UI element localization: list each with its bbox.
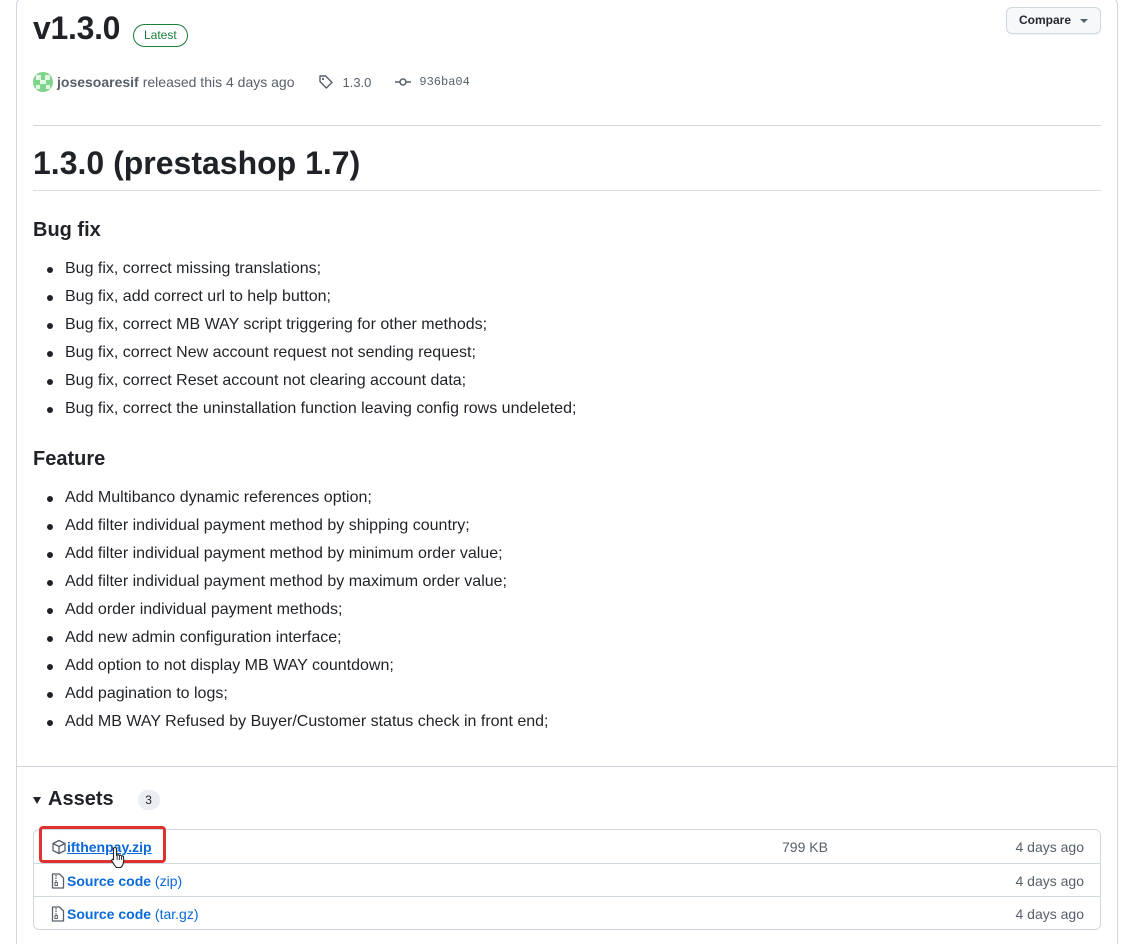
commit-link[interactable]: 936ba04: [419, 75, 469, 89]
asset-link-source-tar-gz[interactable]: Source code (tar.gz): [67, 906, 199, 922]
author-link[interactable]: josesoaresif: [57, 74, 139, 90]
asset-row: ifthenpay.zip 799 KB 4 days ago: [34, 830, 1100, 863]
release-notes-heading: 1.3.0 (prestashop 1.7): [33, 145, 361, 181]
asset-date: 4 days ago: [1015, 906, 1085, 922]
list-item: Bug fix, correct Reset account not clear…: [33, 367, 576, 395]
assets-list: ifthenpay.zip 799 KB 4 days ago Source c…: [33, 829, 1101, 930]
feature-list: Add Multibanco dynamic references option…: [33, 484, 548, 736]
list-item: Add new admin configuration interface;: [33, 624, 548, 652]
asset-suffix: (zip): [154, 873, 183, 889]
caret-down-icon: [1080, 19, 1088, 23]
compare-button[interactable]: Compare: [1006, 7, 1101, 34]
file-zip-icon: [51, 873, 65, 889]
avatar[interactable]: [33, 72, 53, 92]
list-item: Bug fix, correct missing translations;: [33, 255, 576, 283]
asset-date: 4 days ago: [1015, 873, 1085, 889]
tag-link[interactable]: 1.3.0: [342, 75, 371, 90]
git-commit-icon: [395, 74, 412, 90]
list-item: Bug fix, add correct url to help button;: [33, 283, 576, 311]
asset-name: Source code: [67, 873, 152, 889]
assets-count-badge: 3: [137, 789, 160, 810]
asset-date: 4 days ago: [1015, 839, 1085, 855]
release-card: [16, 0, 1118, 944]
list-item: Add pagination to logs;: [33, 680, 548, 708]
bug-fix-heading: Bug fix: [33, 219, 101, 241]
assets-title: Assets: [48, 788, 114, 810]
heading-divider: [33, 190, 1101, 191]
list-item: Bug fix, correct MB WAY script triggerin…: [33, 311, 576, 339]
asset-suffix: (tar.gz): [154, 906, 199, 922]
asset-row: Source code (zip) 4 days ago: [34, 863, 1100, 896]
list-item: Add filter individual payment method by …: [33, 540, 548, 568]
tag-icon: [318, 74, 334, 90]
file-zip-icon: [51, 906, 65, 922]
triangle-down-icon: [33, 797, 41, 804]
bug-fix-list: Bug fix, correct missing translations; B…: [33, 255, 576, 423]
latest-badge: Latest: [133, 24, 188, 47]
list-item: Bug fix, correct the uninstallation func…: [33, 395, 576, 423]
asset-size: 799 KB: [782, 839, 828, 855]
list-item: Add option to not display MB WAY countdo…: [33, 652, 548, 680]
release-meta: josesoaresif released this 4 days ago 1.…: [33, 72, 470, 92]
asset-link-source-zip[interactable]: Source code (zip): [67, 873, 182, 889]
list-item: Add filter individual payment method by …: [33, 512, 548, 540]
list-item: Add MB WAY Refused by Buyer/Customer sta…: [33, 708, 548, 736]
list-item: Bug fix, correct New account request not…: [33, 339, 576, 367]
list-item: Add filter individual payment method by …: [33, 568, 548, 596]
compare-button-label: Compare: [1019, 13, 1072, 27]
assets-toggle[interactable]: Assets 3: [33, 788, 160, 811]
asset-name: Source code: [67, 906, 152, 922]
assets-divider: [17, 766, 1117, 767]
released-text: released this 4 days ago: [142, 74, 295, 90]
package-icon: [51, 839, 67, 855]
feature-heading: Feature: [33, 448, 106, 470]
asset-row: Source code (tar.gz) 4 days ago: [34, 896, 1100, 929]
list-item: Add Multibanco dynamic references option…: [33, 484, 548, 512]
hand-cursor-icon: [110, 846, 128, 873]
divider: [33, 125, 1101, 126]
release-version-title[interactable]: v1.3.0: [33, 10, 120, 47]
list-item: Add order individual payment methods;: [33, 596, 548, 624]
